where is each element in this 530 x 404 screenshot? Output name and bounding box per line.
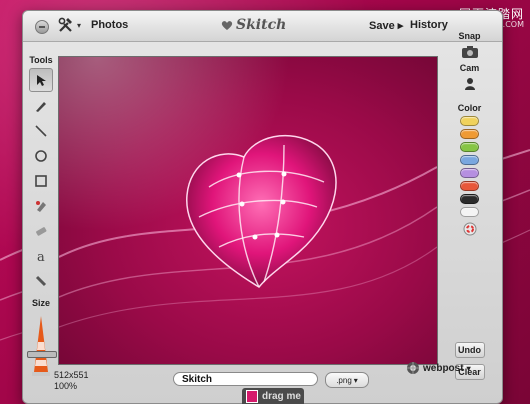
color-swatch-2[interactable] [460, 129, 479, 139]
chevron-down-icon: ▾ [353, 375, 358, 385]
marker-icon [35, 275, 47, 287]
line-tool[interactable] [30, 120, 52, 142]
svg-text:a: a [37, 250, 45, 263]
chevron-down-icon: ▾ [466, 363, 471, 373]
color-swatch-list [442, 116, 497, 217]
color-wheel-icon [463, 222, 476, 236]
tools-menu-button[interactable]: ▾ [57, 17, 81, 33]
snap-button[interactable] [456, 43, 484, 61]
titlebar: ▾ Photos Skitch Save ▸ History [23, 11, 502, 42]
ellipse-icon [35, 150, 47, 162]
pen-tool[interactable] [30, 95, 52, 117]
cam-label: Cam [459, 63, 480, 73]
glowing-heart-image [186, 134, 337, 288]
rectangle-tool[interactable] [30, 170, 52, 192]
arrow-icon [37, 75, 46, 86]
wrench-hammer-icon [58, 17, 72, 32]
save-label: Save [369, 20, 395, 32]
drawing-canvas[interactable] [58, 56, 438, 365]
tools-label: Tools [29, 55, 53, 65]
rectangle-icon [35, 175, 47, 187]
save-arrow-icon: ▸ [397, 20, 404, 32]
color-swatch-6[interactable] [460, 181, 479, 191]
color-swatch-8[interactable] [460, 207, 479, 217]
highlighter-tool[interactable] [30, 195, 52, 217]
marker-tool[interactable] [30, 270, 52, 292]
zoom-level: 100% [54, 381, 78, 391]
pen-icon [36, 102, 46, 112]
history-button[interactable]: History [410, 19, 448, 31]
filename-input[interactable]: Skitch [173, 372, 318, 386]
line-icon [35, 125, 47, 137]
eraser-icon [36, 227, 47, 236]
color-label: Color [457, 103, 482, 113]
drag-me-handle[interactable]: drag me [242, 388, 304, 404]
ellipse-tool[interactable] [30, 145, 52, 167]
format-dropdown[interactable]: .png ▾ [325, 372, 369, 388]
cam-button[interactable] [456, 75, 484, 93]
color-swatch-3[interactable] [460, 142, 479, 152]
color-swatch-7[interactable] [460, 194, 479, 204]
webpost-label: webpost [423, 362, 464, 374]
camera-crop-icon [461, 46, 478, 58]
highlighter-icon [36, 201, 46, 212]
color-swatch-1[interactable] [460, 116, 479, 126]
image-dimensions: 512x551 [54, 370, 89, 380]
webcam-person-icon [464, 78, 475, 90]
app-name: Skitch [236, 17, 287, 33]
image-info: 512x551 100% [54, 370, 89, 392]
color-swatch-4[interactable] [460, 155, 479, 165]
arrow-tool[interactable] [29, 68, 53, 92]
drag-me-label: drag me [262, 390, 301, 402]
chevron-down-icon: ▾ [77, 20, 82, 30]
close-button[interactable] [35, 20, 49, 34]
save-button[interactable]: Save ▸ [369, 19, 403, 32]
right-panel: Snap Cam Color Undo Clear [442, 31, 497, 380]
tools-panel: Tools a Size [27, 55, 57, 376]
app-logo: Skitch [221, 17, 286, 33]
text-tool[interactable]: a [30, 245, 52, 267]
eraser-tool[interactable] [30, 220, 52, 242]
text-icon: a [37, 250, 45, 263]
skitch-window: ▾ Photos Skitch Save ▸ History Tools a S… [22, 10, 503, 404]
size-label: Size [31, 298, 50, 308]
heart-logo-icon [221, 20, 233, 30]
photos-link[interactable]: Photos [91, 19, 128, 31]
webpost-button[interactable]: webpost ▾ [406, 361, 471, 375]
image-thumbnail-icon [246, 389, 258, 403]
undo-button[interactable]: Undo [454, 342, 485, 358]
webpost-globe-icon [407, 362, 419, 374]
format-value: .png [336, 375, 352, 385]
snap-label: Snap [458, 31, 481, 41]
color-swatch-5[interactable] [460, 168, 479, 178]
color-wheel-button[interactable] [456, 220, 484, 238]
size-slider-handle[interactable] [27, 351, 57, 358]
